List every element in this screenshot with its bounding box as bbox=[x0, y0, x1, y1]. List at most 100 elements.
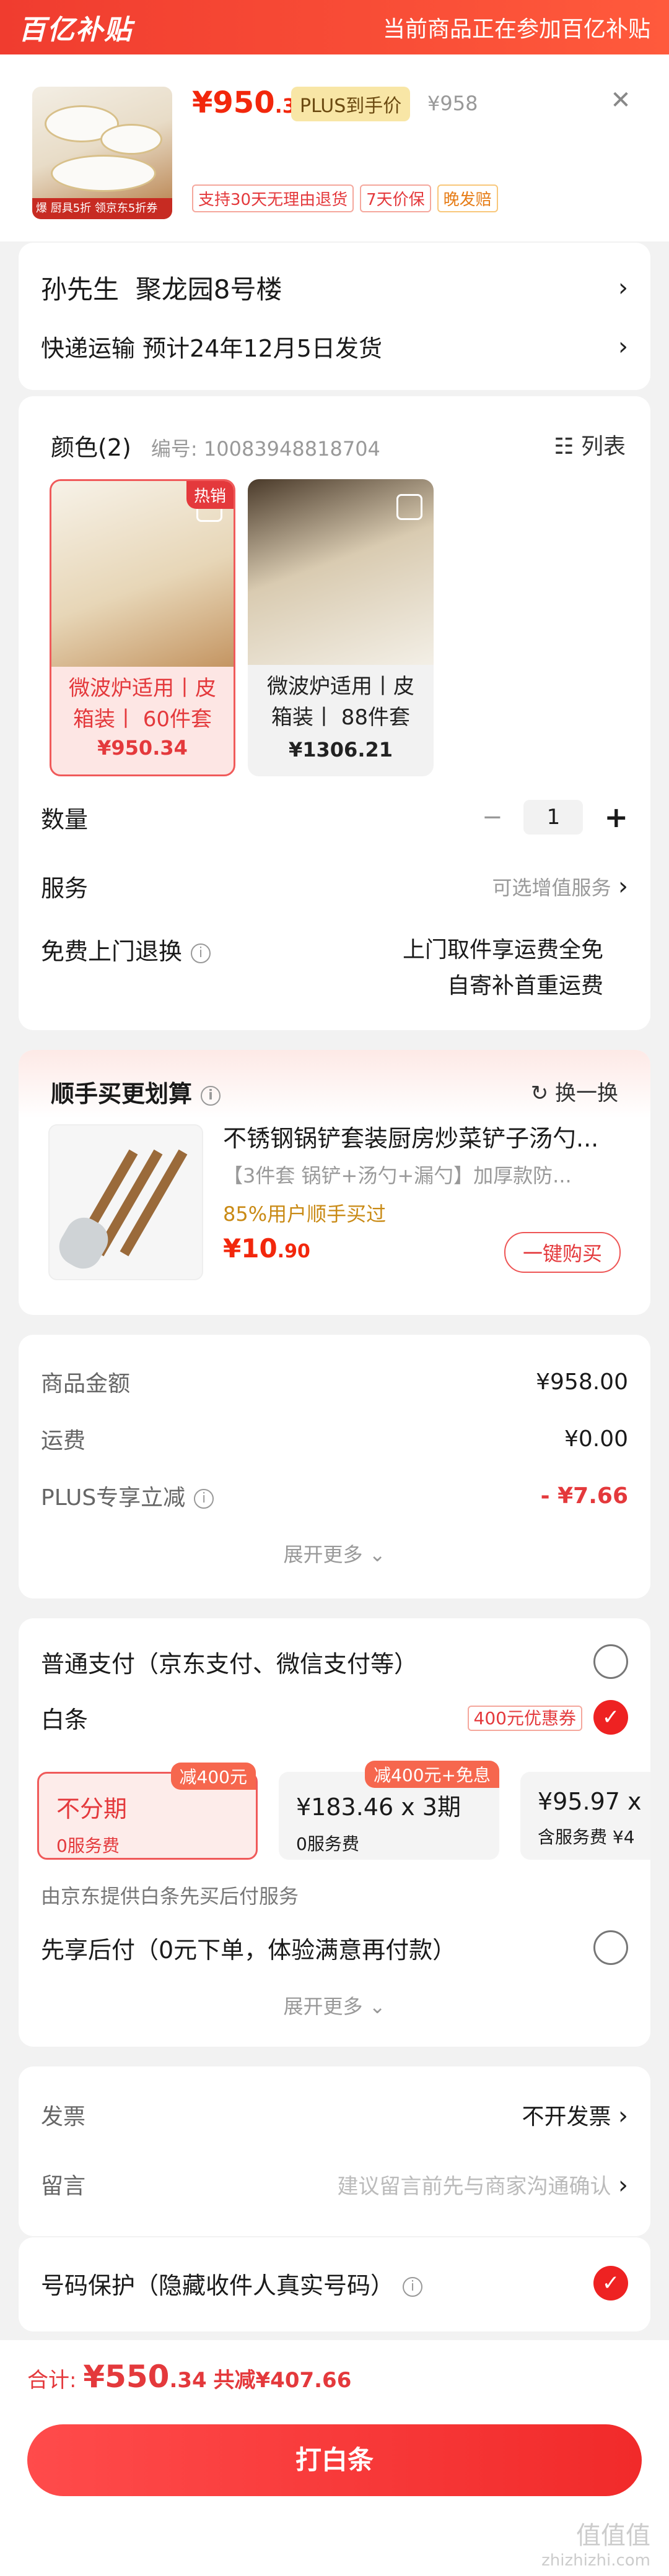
return-label-wrap: 免费上门退换 i bbox=[41, 932, 211, 966]
refresh-button[interactable]: ↻ 换一换 bbox=[531, 1076, 618, 1106]
expand-more-button[interactable]: 展开更多 ⌄ bbox=[19, 1991, 650, 2019]
baitiao-radio[interactable]: ✓ bbox=[593, 1700, 628, 1735]
total-label: 合计: bbox=[27, 2368, 77, 2393]
normal-pay-radio[interactable] bbox=[593, 1644, 628, 1679]
installment-title: 不分期 bbox=[56, 1795, 128, 1823]
installment-6[interactable]: ¥95.97 x 含服务费 ¥4 bbox=[520, 1772, 650, 1860]
installment-fee: 0服务费 bbox=[296, 1834, 359, 1854]
addon-item-subtitle: 【3件套 锅铲+汤勺+漏勺】加厚款防... bbox=[223, 1164, 572, 1187]
privacy-row[interactable]: 号码保护（隐藏收件人真实号码） i ✓ bbox=[19, 2266, 650, 2301]
return-value-1: 上门取件享运费全免 bbox=[402, 937, 603, 963]
sku-section: 颜色(2) 编号: 10083948818704 ☷ 列表 热销 微波炉适用丨皮… bbox=[19, 396, 650, 1030]
normal-pay-label: 普通支付（京东支付、微信支付等） bbox=[41, 1650, 418, 1678]
list-icon: ☷ bbox=[554, 434, 574, 459]
subsidy-notice: 当前商品正在参加百亿补贴 bbox=[382, 17, 650, 42]
goods-amount-row: 商品金额 ¥958.00 bbox=[19, 1366, 650, 1398]
return-value-2: 自寄补首重运费 bbox=[447, 973, 603, 999]
chevron-right-icon: › bbox=[618, 2102, 628, 2130]
note-input[interactable]: 建议留言前先与商家沟通确认 bbox=[338, 2174, 611, 2199]
quantity-input[interactable]: 1 bbox=[523, 800, 584, 835]
refresh-icon: ↻ bbox=[530, 1081, 549, 1106]
address-row[interactable]: 孙先生 聚龙园8号楼 › bbox=[19, 269, 650, 306]
return-values: 上门取件享运费全免 自寄补首重运费 bbox=[403, 932, 603, 1004]
baitiao-row[interactable]: 白条 400元优惠券 ✓ bbox=[19, 1700, 650, 1735]
goods-amount-value: ¥958.00 bbox=[536, 1369, 628, 1395]
expand-more-button[interactable]: 展开更多 ⌄ bbox=[19, 1539, 650, 1568]
quantity-stepper: − 1 + bbox=[482, 800, 628, 835]
shipping-fee-label: 运费 bbox=[41, 1428, 86, 1454]
privacy-label: 号码保护（隐藏收件人真实号码） bbox=[41, 2271, 395, 2299]
installment-none[interactable]: 减400元 不分期 0服务费 bbox=[37, 1763, 258, 1860]
coupon-badge: 400元优惠券 bbox=[467, 1706, 582, 1731]
invoice-section: 发票 不开发票 › 留言 建议留言前先与商家沟通确认 › bbox=[19, 2066, 650, 2236]
privacy-checkbox[interactable]: ✓ bbox=[593, 2266, 628, 2301]
info-icon[interactable]: i bbox=[403, 2277, 423, 2297]
minus-button[interactable]: − bbox=[482, 803, 503, 831]
chevron-right-icon: › bbox=[618, 2171, 628, 2200]
shipping-row[interactable]: 快递运输 预计24年12月5日发货 › bbox=[19, 329, 650, 363]
addon-item-image[interactable] bbox=[48, 1124, 203, 1280]
chevron-right-icon: › bbox=[618, 273, 628, 302]
product-code: 编号: 10083948818704 bbox=[151, 437, 380, 461]
payment-section: 普通支付（京东支付、微信支付等） 白条 400元优惠券 ✓ 减400元 不分期 0… bbox=[19, 1618, 650, 2047]
invoice-row[interactable]: 发票 不开发票 › bbox=[19, 2099, 650, 2131]
quantity-row: 数量 − 1 + bbox=[19, 800, 650, 835]
chevron-right-icon: › bbox=[618, 872, 628, 901]
baitiao-provider-note: 由京东提供白条先买后付服务 bbox=[41, 1884, 299, 1908]
sku-option-60[interactable]: 热销 微波炉适用丨皮箱装丨 60件套 ¥950.34 bbox=[50, 479, 235, 776]
info-icon[interactable]: i bbox=[201, 1085, 221, 1106]
subsidy-logo: 百亿补贴 bbox=[19, 14, 133, 46]
chevron-right-icon: › bbox=[618, 332, 628, 361]
original-price: ¥958 bbox=[427, 92, 478, 115]
checkout-bar: 合计: ¥550.34 共减¥407.66 打白条 值值值 zhizhizhi.… bbox=[0, 2340, 669, 2576]
one-click-buy-button[interactable]: 一键购买 bbox=[504, 1232, 621, 1273]
pay-later-row[interactable]: 先享后付（0元下单，体验满意再付款） bbox=[19, 1930, 650, 1965]
sku-desc: 微波炉适用丨皮箱装丨 88件套 bbox=[267, 674, 414, 730]
pay-later-label: 先享后付（0元下单，体验满意再付款） bbox=[41, 1936, 457, 1964]
tag-return: 支持30天无理由退货 bbox=[192, 184, 354, 212]
goods-amount-label: 商品金额 bbox=[41, 1371, 131, 1397]
plus-discount-row: PLUS专享立减 i - ¥7.66 bbox=[19, 1480, 650, 1512]
addon-title-wrap: 顺手买更划算 i bbox=[51, 1075, 221, 1109]
discount-badge: 减400元+免息 bbox=[365, 1761, 499, 1788]
chevron-down-icon: ⌄ bbox=[369, 1543, 386, 1566]
total-summary: 合计: ¥550.34 共减¥407.66 bbox=[27, 2359, 351, 2395]
installment-title: ¥183.46 x 3期 bbox=[296, 1793, 461, 1821]
return-label: 免费上门退换 bbox=[41, 938, 183, 965]
invoice-label: 发票 bbox=[41, 2104, 86, 2130]
shipping-fee-row: 运费 ¥0.00 bbox=[19, 1423, 650, 1455]
hot-badge: 热销 bbox=[186, 481, 234, 509]
plus-button[interactable]: + bbox=[604, 800, 628, 834]
info-icon[interactable]: i bbox=[194, 1489, 214, 1509]
plus-discount-value: - ¥7.66 bbox=[540, 1483, 628, 1509]
installment-3[interactable]: 减400元+免息 ¥183.46 x 3期 0服务费 bbox=[279, 1761, 499, 1860]
zoom-icon[interactable] bbox=[396, 494, 422, 520]
service-row[interactable]: 服务 可选增值服务 › bbox=[19, 869, 650, 903]
note-row[interactable]: 留言 建议留言前先与商家沟通确认 › bbox=[19, 2168, 650, 2200]
pay-later-radio[interactable] bbox=[593, 1930, 628, 1965]
price-details: 商品金额 ¥958.00 运费 ¥0.00 PLUS专享立减 i - ¥7.66 … bbox=[19, 1335, 650, 1598]
pay-baitiao-button[interactable]: 打白条 bbox=[27, 2424, 642, 2496]
quantity-label: 数量 bbox=[41, 805, 89, 833]
plus-discount-label: PLUS专享立减 bbox=[41, 1485, 186, 1511]
receiver-name: 孙先生 bbox=[41, 274, 120, 305]
addon-item-title[interactable]: 不锈钢锅铲套装厨房炒菜铲子汤勺... bbox=[223, 1119, 598, 1153]
addon-item-price: ¥10.90 bbox=[223, 1233, 310, 1264]
service-value: 可选增值服务 bbox=[492, 875, 611, 900]
product-thumbnail[interactable]: 爆 厨具5折 领京东5折券 最高立减400元 bbox=[32, 87, 172, 219]
watermark: 值值值 zhizhizhi.com bbox=[541, 2522, 650, 2570]
color-title: 颜色(2) bbox=[51, 434, 131, 461]
service-label: 服务 bbox=[41, 875, 89, 902]
normal-pay-row[interactable]: 普通支付（京东支付、微信支付等） bbox=[19, 1644, 650, 1679]
close-icon[interactable]: ✕ bbox=[607, 87, 634, 114]
receiver-address: 聚龙园8号楼 bbox=[135, 274, 282, 305]
installment-fee: 含服务费 ¥4 bbox=[538, 1827, 635, 1847]
sku-desc: 微波炉适用丨皮箱装丨 60件套 bbox=[69, 676, 216, 732]
installment-title: ¥95.97 x bbox=[538, 1788, 642, 1815]
product-summary: 爆 厨具5折 领京东5折券 最高立减400元 ¥950.34 PLUS到手价 ¥… bbox=[0, 54, 669, 241]
info-icon[interactable]: i bbox=[191, 943, 211, 963]
list-view-toggle[interactable]: ☷ 列表 bbox=[554, 428, 626, 461]
address-card[interactable]: 孙先生 聚龙园8号楼 › 快递运输 预计24年12月5日发货 › bbox=[19, 243, 650, 390]
sku-option-88[interactable]: 微波炉适用丨皮箱装丨 88件套 ¥1306.21 bbox=[248, 479, 434, 776]
tag-price-protect: 7天价保 bbox=[360, 184, 431, 212]
